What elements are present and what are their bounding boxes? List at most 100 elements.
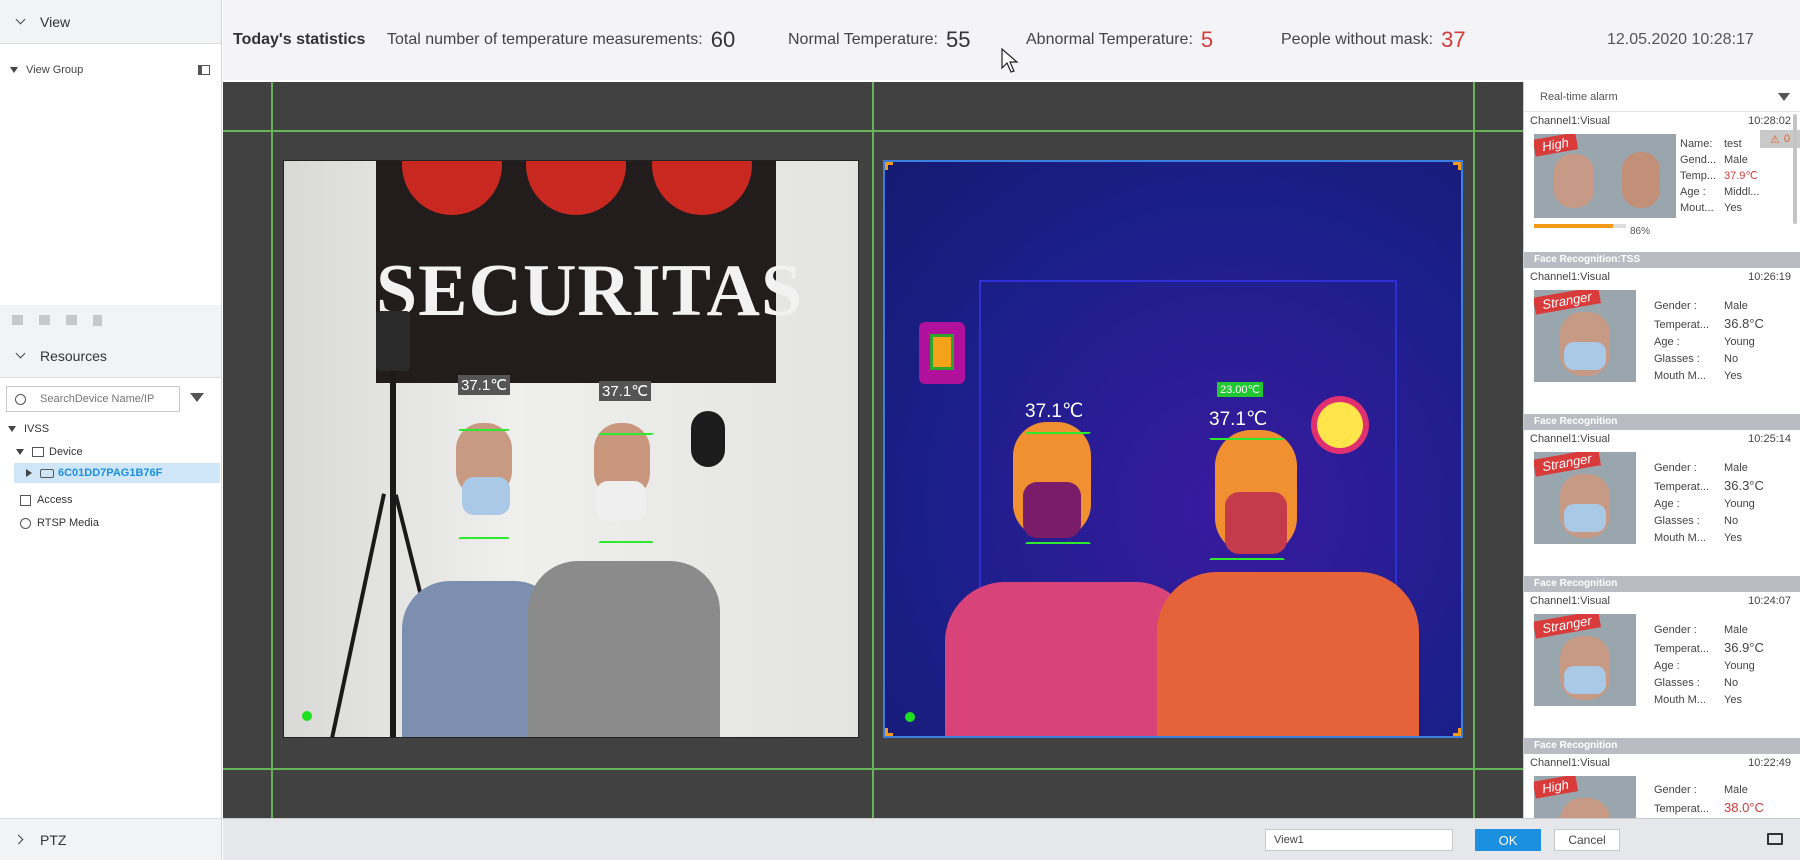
field-key: Temperat... <box>1654 319 1710 331</box>
field-value: Male <box>1724 300 1748 312</box>
field-key: Mouth M... <box>1654 694 1706 706</box>
reference-temp: 23.00℃ <box>1217 382 1263 397</box>
device-icon <box>32 447 44 457</box>
hot-spot <box>1317 402 1363 448</box>
field-key: Name: <box>1680 138 1713 150</box>
alarm-snapshot[interactable]: High <box>1534 134 1676 218</box>
thermal-body-right <box>1157 572 1419 736</box>
thermal-sensor <box>691 411 725 467</box>
alarm-channel: Channel1:Visual <box>1530 595 1610 607</box>
ptz-section-header[interactable]: PTZ <box>0 818 221 860</box>
alarm-card[interactable]: Face Recognition Channel1:Visual 10:24:0… <box>1524 576 1800 738</box>
stat-abnormal-label: Abnormal Temperature: <box>1026 31 1193 48</box>
camera-device <box>376 311 410 371</box>
face-thumb <box>1560 798 1610 818</box>
add-window-icon[interactable] <box>12 315 23 325</box>
statistics-bar: Today's statistics Total number of tempe… <box>223 0 1800 80</box>
alarm-card[interactable]: Channel1:Visual 10:28:02 High 86% Name: t… <box>1524 112 1800 272</box>
alarm-type: Face Recognition <box>1524 738 1800 754</box>
resources-section-title: Resources <box>40 347 107 364</box>
cancel-button[interactable]: Cancel <box>1554 829 1620 851</box>
resources-section-header[interactable]: Resources <box>0 334 221 378</box>
resize-handle[interactable] <box>885 728 893 736</box>
device-search-input[interactable] <box>40 393 170 405</box>
tree-node-access[interactable]: Access <box>20 490 72 510</box>
field-key: Gender : <box>1654 462 1697 474</box>
field-value: Male <box>1724 624 1748 636</box>
alarm-info: Gender : Male Temperat... 36.3°C Age : Youn… <box>1654 460 1764 547</box>
field-value: Young <box>1724 498 1755 510</box>
view-section-title: View <box>40 13 71 30</box>
ok-button[interactable]: OK <box>1475 829 1541 851</box>
similarity-fill <box>1534 224 1614 228</box>
stat-nomask: People without mask: 37 <box>1281 27 1466 53</box>
mask-thumb <box>1564 504 1606 532</box>
tree-node-ivss[interactable]: IVSS <box>8 419 49 439</box>
view-section-header[interactable]: View <box>0 0 221 44</box>
tree-node-camera[interactable]: 6C01DD7PAG1B76F <box>14 463 220 483</box>
filter-icon[interactable] <box>190 393 204 402</box>
alarm-info: Gender : Male Temperat... 36.8°C Age : Youn… <box>1654 298 1764 385</box>
alarm-card[interactable]: Face Recognition:TSS Channel1:Visual 10:… <box>1524 252 1800 414</box>
chevron-right-icon <box>14 833 28 847</box>
realtime-alarm-panel: Real-time alarm ⚠ 0 Channel1:Visual 10:2… <box>1523 82 1800 818</box>
field-value: Male <box>1724 784 1748 796</box>
camera-icon <box>40 468 54 478</box>
alarm-panel-title: Real-time alarm <box>1540 90 1618 103</box>
alarm-snapshot[interactable]: Stranger <box>1534 452 1636 544</box>
edit-icon[interactable] <box>66 315 77 325</box>
similarity-bar <box>1534 224 1626 228</box>
face-box <box>1209 438 1285 560</box>
view-toolbar <box>0 305 221 335</box>
field-value: 36.9°C <box>1724 640 1764 655</box>
alarm-tag: High <box>1534 776 1578 799</box>
tree-node-access-label: Access <box>37 494 73 506</box>
thermal-camera-window[interactable]: 37.1℃ 37.1℃ 23.00℃ <box>883 160 1463 738</box>
resize-handle[interactable] <box>885 162 893 170</box>
field-value: Male <box>1724 462 1748 474</box>
field-value: Middl... <box>1724 186 1760 198</box>
stat-normal: Normal Temperature: 55 <box>788 27 970 53</box>
fullscreen-icon[interactable] <box>1767 833 1783 845</box>
face-box <box>1025 432 1091 544</box>
stat-total-value: 60 <box>710 27 736 52</box>
caret-right-icon <box>26 469 32 477</box>
alarm-card[interactable]: Face Recognition Channel1:Visual 10:25:1… <box>1524 414 1800 576</box>
blackbody-core <box>930 334 954 370</box>
alarm-time: 10:28:02 <box>1748 115 1791 127</box>
tree-node-device[interactable]: Device <box>16 442 83 462</box>
delete-icon[interactable] <box>93 314 102 326</box>
resize-handle[interactable] <box>1453 728 1461 736</box>
tree-node-rtsp[interactable]: RTSP Media <box>20 513 99 533</box>
view-name-input[interactable] <box>1265 829 1453 851</box>
add-group-icon[interactable] <box>39 315 50 325</box>
tree-node-rtsp-label: RTSP Media <box>37 517 99 529</box>
alarm-channel: Channel1:Visual <box>1530 115 1610 127</box>
resize-handle[interactable] <box>1453 162 1461 170</box>
globe-icon <box>20 517 31 529</box>
alarm-snapshot[interactable]: Stranger <box>1534 614 1636 706</box>
device-search-box[interactable] <box>6 386 180 412</box>
video-wall[interactable]: SECURITAS 37.1℃ 37.1℃ 37.1℃ 37.1℃ 23.00℃ <box>223 82 1523 818</box>
alarm-card[interactable]: Face Recognition Channel1:Visual 10:22:4… <box>1524 738 1800 818</box>
current-datetime: 12.05.2020 10:28:17 <box>1607 31 1754 48</box>
field-key: Gender : <box>1654 784 1697 796</box>
stat-total: Total number of temperature measurements… <box>387 27 735 53</box>
alarm-tag: Stranger <box>1534 452 1601 477</box>
alarm-type: Face Recognition <box>1524 576 1800 592</box>
alarm-tag: Stranger <box>1534 614 1601 639</box>
list-view-icon[interactable] <box>198 65 210 75</box>
stat-abnormal: Abnormal Temperature: 5 <box>1026 27 1213 53</box>
tree-node-ivss-label: IVSS <box>24 423 50 435</box>
visual-camera-window[interactable]: SECURITAS 37.1℃ 37.1℃ <box>283 160 859 738</box>
caret-down-icon <box>10 67 18 73</box>
field-key: Gend... <box>1680 154 1717 166</box>
view-group-row[interactable]: View Group <box>10 62 210 78</box>
filter-icon[interactable] <box>1778 92 1790 101</box>
live-indicator <box>905 712 915 722</box>
alarm-snapshot[interactable]: High <box>1534 776 1636 818</box>
field-value: 38.0°C <box>1724 800 1764 815</box>
alarm-snapshot[interactable]: Stranger <box>1534 290 1636 382</box>
field-value: 36.3°C <box>1724 478 1764 493</box>
alarm-time: 10:22:49 <box>1748 757 1791 769</box>
